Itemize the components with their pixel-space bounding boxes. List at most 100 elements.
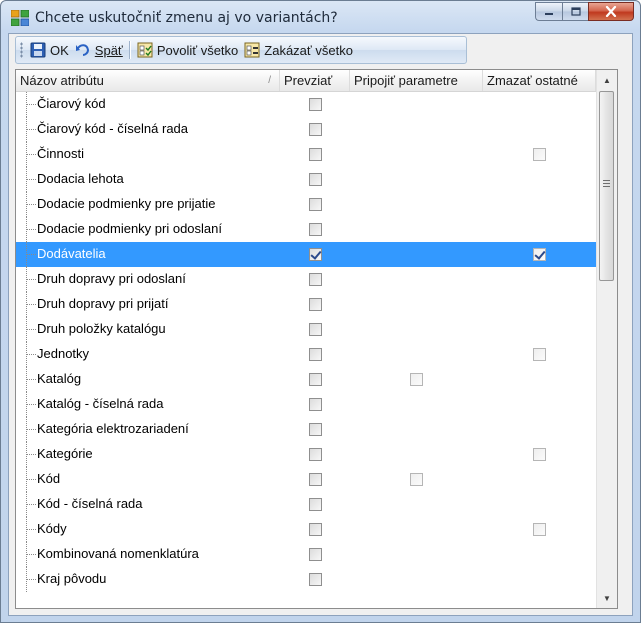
table-row[interactable]: Dodacie podmienky pre prijatie xyxy=(16,192,596,217)
prevziat-checkbox[interactable] xyxy=(308,223,322,236)
tree-branch xyxy=(27,579,36,580)
prevziat-checkbox[interactable] xyxy=(308,248,322,261)
prevziat-checkbox[interactable] xyxy=(308,573,322,586)
attribute-name-cell[interactable]: Dodacie podmienky pre prijatie xyxy=(16,192,280,217)
close-button[interactable] xyxy=(588,2,634,21)
table-row[interactable]: Kraj pôvodu xyxy=(16,567,596,592)
table-row[interactable]: Katalóg xyxy=(16,367,596,392)
tree-branch xyxy=(27,279,36,280)
prevziat-checkbox[interactable] xyxy=(308,373,322,386)
attribute-name-cell[interactable]: Katalóg - číselná rada xyxy=(16,392,280,417)
table-row[interactable]: Druh dopravy pri prijatí xyxy=(16,292,596,317)
back-button[interactable]: Späť xyxy=(72,39,126,61)
table-row[interactable]: Kód xyxy=(16,467,596,492)
table-row[interactable]: Čiarový kód - číselná rada xyxy=(16,117,596,142)
table-row[interactable]: Kombinovaná nomenklatúra xyxy=(16,542,596,567)
table-row[interactable]: Dodávatelia xyxy=(16,242,596,267)
prevziat-checkbox[interactable] xyxy=(308,348,322,361)
maximize-button[interactable] xyxy=(562,2,588,21)
undo-icon xyxy=(75,44,89,56)
attribute-name-cell[interactable]: Kategória elektrozariadení xyxy=(16,417,280,442)
table-row[interactable]: Kód - číselná rada xyxy=(16,492,596,517)
forbid-all-button[interactable]: Zakázať všetko xyxy=(241,39,356,61)
zmazat-cell xyxy=(483,348,596,361)
column-header-name[interactable]: Názov atribútu / xyxy=(16,70,280,91)
prevziat-checkbox[interactable] xyxy=(308,548,322,561)
window-controls xyxy=(535,2,634,22)
tree-branch xyxy=(27,379,36,380)
attribute-name-cell[interactable]: Čiarový kód xyxy=(16,92,280,117)
table-row[interactable]: Kategórie xyxy=(16,442,596,467)
attribute-name-cell[interactable]: Katalóg xyxy=(16,367,280,392)
ok-label: OK xyxy=(50,42,69,58)
prevziat-checkbox[interactable] xyxy=(308,198,322,211)
minimize-button[interactable] xyxy=(535,2,562,21)
attribute-name: Druh dopravy pri odoslaní xyxy=(37,271,186,286)
attribute-name-cell[interactable]: Jednotky xyxy=(16,342,280,367)
prevziat-checkbox[interactable] xyxy=(308,473,322,486)
title-bar[interactable]: Chcete uskutočniť zmenu aj vo variantách… xyxy=(1,1,640,33)
zmazat-checkbox[interactable] xyxy=(533,348,546,361)
prevziat-checkbox[interactable] xyxy=(308,323,322,336)
zmazat-checkbox[interactable] xyxy=(533,523,546,536)
tree-branch xyxy=(27,329,36,330)
table-row[interactable]: Katalóg - číselná rada xyxy=(16,392,596,417)
toolbar-separator xyxy=(128,41,131,59)
scroll-up-button[interactable]: ▲ xyxy=(597,70,617,90)
pripojit-cell xyxy=(350,373,483,386)
column-header-zmazat[interactable]: Zmazať ostatné xyxy=(483,70,596,91)
prevziat-checkbox[interactable] xyxy=(308,398,322,411)
tree-branch xyxy=(27,479,36,480)
prevziat-checkbox[interactable] xyxy=(308,173,322,186)
attribute-name-cell[interactable]: Dodacia lehota xyxy=(16,167,280,192)
toolbar-grip[interactable] xyxy=(20,42,23,58)
prevziat-checkbox[interactable] xyxy=(308,498,322,511)
attribute-name-cell[interactable]: Činnosti xyxy=(16,142,280,167)
attribute-name-cell[interactable]: Dodacie podmienky pri odoslaní xyxy=(16,217,280,242)
prevziat-checkbox[interactable] xyxy=(308,523,322,536)
table-row[interactable]: Druh dopravy pri odoslaní xyxy=(16,267,596,292)
allow-all-button[interactable]: Povoliť všetko xyxy=(134,39,241,61)
attribute-name-cell[interactable]: Kraj pôvodu xyxy=(16,567,280,592)
pripojit-checkbox[interactable] xyxy=(410,473,423,486)
attribute-name-cell[interactable]: Dodávatelia xyxy=(16,242,280,267)
attribute-name-cell[interactable]: Čiarový kód - číselná rada xyxy=(16,117,280,142)
table-row[interactable]: Kategória elektrozariadení xyxy=(16,417,596,442)
zmazat-checkbox[interactable] xyxy=(533,448,546,461)
column-header-pripojit[interactable]: Pripojiť parametre xyxy=(350,70,483,91)
table-row[interactable]: Dodacie podmienky pri odoslaní xyxy=(16,217,596,242)
pripojit-checkbox[interactable] xyxy=(410,373,423,386)
attribute-name-cell[interactable]: Kategórie xyxy=(16,442,280,467)
table-row[interactable]: Čiarový kód xyxy=(16,92,596,117)
attribute-name: Katalóg - číselná rada xyxy=(37,396,164,411)
prevziat-checkbox[interactable] xyxy=(308,148,322,161)
prevziat-checkbox[interactable] xyxy=(308,423,322,436)
attribute-name-cell[interactable]: Kombinovaná nomenklatúra xyxy=(16,542,280,567)
table-row[interactable]: Dodacia lehota xyxy=(16,167,596,192)
table-row[interactable]: Činnosti xyxy=(16,142,596,167)
zmazat-checkbox[interactable] xyxy=(533,248,546,261)
tree-branch xyxy=(27,254,36,255)
attribute-name-cell[interactable]: Kódy xyxy=(16,517,280,542)
attributes-grid[interactable]: Názov atribútu / Prevziať Pripojiť param… xyxy=(15,69,618,609)
table-row[interactable]: Kódy xyxy=(16,517,596,542)
prevziat-checkbox[interactable] xyxy=(308,273,322,286)
prevziat-checkbox[interactable] xyxy=(308,98,322,111)
attribute-name-cell[interactable]: Kód - číselná rada xyxy=(16,492,280,517)
column-header-prevziat[interactable]: Prevziať xyxy=(280,70,350,91)
attribute-name-cell[interactable]: Druh položky katalógu xyxy=(16,317,280,342)
scroll-thumb[interactable] xyxy=(599,91,614,281)
zmazat-checkbox[interactable] xyxy=(533,148,546,161)
attribute-name-cell[interactable]: Druh dopravy pri odoslaní xyxy=(16,267,280,292)
prevziat-checkbox[interactable] xyxy=(308,123,322,136)
attribute-name-cell[interactable]: Kód xyxy=(16,467,280,492)
vertical-scrollbar[interactable]: ▲ ▼ xyxy=(596,70,617,608)
table-row[interactable]: Druh položky katalógu xyxy=(16,317,596,342)
scroll-down-button[interactable]: ▼ xyxy=(597,588,617,608)
prevziat-checkbox[interactable] xyxy=(308,298,322,311)
prevziat-checkbox[interactable] xyxy=(308,448,322,461)
ok-button[interactable]: OK xyxy=(27,39,72,61)
grid-header: Názov atribútu / Prevziať Pripojiť param… xyxy=(16,70,596,92)
table-row[interactable]: Jednotky xyxy=(16,342,596,367)
attribute-name-cell[interactable]: Druh dopravy pri prijatí xyxy=(16,292,280,317)
